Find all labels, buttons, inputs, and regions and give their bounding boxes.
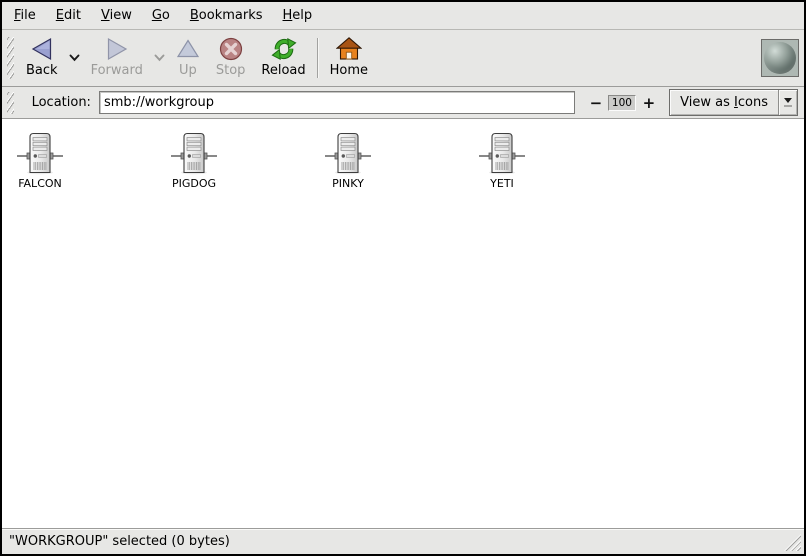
server-label: YETI	[490, 177, 514, 190]
server-label: PIGDOG	[172, 177, 216, 190]
location-bar-grip[interactable]	[7, 92, 14, 114]
menu-view[interactable]: View	[91, 4, 142, 27]
toolbar-spacer	[376, 30, 761, 86]
server-item-falcon[interactable]: FALCON	[2, 131, 78, 190]
dropdown-arrow-icon	[778, 90, 797, 115]
chevron-down-icon	[154, 54, 165, 62]
menu-go[interactable]: Go	[142, 4, 180, 27]
server-label: PINKY	[332, 177, 364, 190]
server-icon	[478, 131, 526, 175]
zoom-in-button[interactable]: +	[643, 94, 656, 112]
reload-icon	[271, 36, 297, 62]
server-icon	[324, 131, 372, 175]
status-bar: "WORKGROUP" selected (0 bytes)	[2, 528, 804, 554]
menu-file[interactable]: File	[4, 4, 46, 27]
chevron-down-icon	[69, 54, 80, 62]
forward-label: Forward	[91, 63, 143, 78]
status-text: "WORKGROUP" selected (0 bytes)	[9, 534, 230, 549]
file-manager-window: File Edit View Go Bookmarks Help Back Fo…	[0, 0, 806, 556]
view-as-dropdown[interactable]: View as Icons	[669, 89, 798, 116]
location-input[interactable]	[99, 91, 575, 114]
home-label: Home	[330, 63, 368, 78]
back-icon	[29, 36, 55, 62]
server-item-yeti[interactable]: YETI	[464, 131, 540, 190]
server-icon	[170, 131, 218, 175]
location-bar: Location: − 100 + View as Icons	[2, 87, 804, 119]
throbber-globe-icon	[764, 42, 796, 74]
back-button[interactable]: Back	[18, 30, 66, 86]
stop-button: Stop	[208, 30, 254, 86]
zoom-level-indicator[interactable]: 100	[608, 95, 635, 111]
server-item-pinky[interactable]: PINKY	[310, 131, 386, 190]
home-button[interactable]: Home	[322, 30, 376, 86]
toolbar: Back Forward Up	[2, 30, 804, 87]
file-view: FALCON PIGDOG	[2, 119, 804, 528]
throbber	[761, 39, 799, 77]
stop-label: Stop	[216, 63, 246, 78]
toolbar-separator	[317, 38, 319, 78]
home-icon	[336, 36, 362, 62]
toolbar-grip[interactable]	[7, 37, 14, 79]
menu-bookmarks[interactable]: Bookmarks	[180, 4, 273, 27]
menubar: File Edit View Go Bookmarks Help	[2, 2, 804, 30]
server-item-pigdog[interactable]: PIGDOG	[156, 131, 232, 190]
forward-icon	[104, 36, 130, 62]
forward-history-dropdown	[151, 30, 168, 86]
stop-icon	[218, 36, 244, 62]
server-label: FALCON	[18, 177, 62, 190]
reload-button[interactable]: Reload	[253, 30, 313, 86]
up-label: Up	[179, 63, 197, 78]
menu-help[interactable]: Help	[273, 4, 323, 27]
back-history-dropdown[interactable]	[66, 30, 83, 86]
view-as-label: View as Icons	[670, 90, 778, 115]
menu-edit[interactable]: Edit	[46, 4, 91, 27]
resize-grip[interactable]	[784, 534, 801, 551]
location-label: Location:	[32, 95, 91, 110]
zoom-out-button[interactable]: −	[590, 98, 603, 108]
server-icon	[16, 131, 64, 175]
back-label: Back	[26, 63, 58, 78]
forward-button: Forward	[83, 30, 151, 86]
up-button: Up	[168, 30, 208, 86]
reload-label: Reload	[261, 63, 305, 78]
up-arrow-icon	[176, 36, 200, 62]
